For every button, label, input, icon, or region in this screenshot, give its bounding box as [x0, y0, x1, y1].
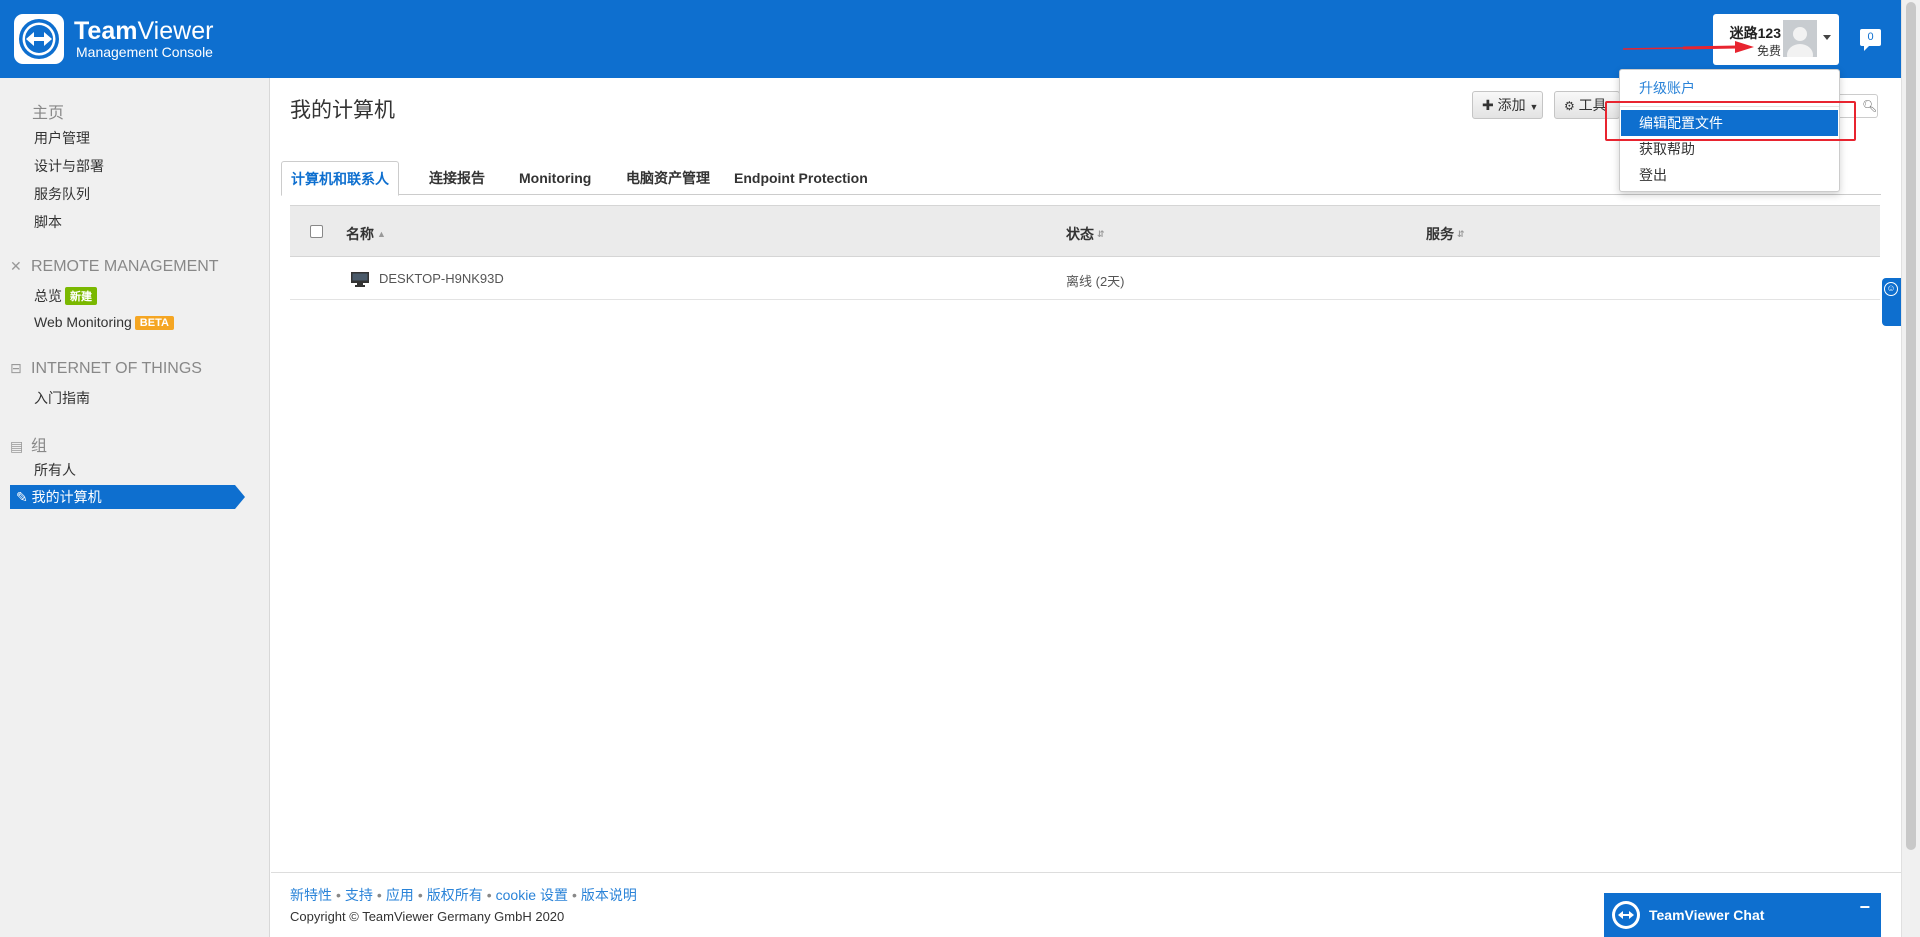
brand-subtitle: Management Console — [76, 44, 213, 60]
avatar — [1783, 20, 1817, 57]
menu-item-upgrade-account[interactable]: 升级账户 — [1621, 75, 1838, 101]
tab-computers-contacts[interactable]: 计算机和联系人 — [281, 161, 399, 196]
search-icon[interactable]: 🔍︎ — [1862, 99, 1877, 113]
column-header-service[interactable]: 服务 ⇵ — [1426, 224, 1465, 244]
sidebar-item-user-management[interactable]: 用户管理 — [34, 128, 90, 148]
column-label: 状态 — [1066, 226, 1094, 242]
tab-endpoint-protection[interactable]: Endpoint Protection — [725, 161, 877, 195]
sidebar-item-all-people[interactable]: 所有人 — [34, 460, 76, 480]
section-label: INTERNET OF THINGS — [31, 360, 202, 377]
minimize-icon[interactable]: − — [1859, 897, 1870, 918]
notifications-icon[interactable]: 0 — [1860, 29, 1881, 51]
sort-icon: ⇵ — [1097, 229, 1105, 239]
footer-link-whats-new[interactable]: 新特性 — [290, 887, 332, 903]
page-title: 我的计算机 — [290, 99, 395, 122]
column-label: 名称 — [346, 226, 374, 242]
page-scrollbar[interactable] — [1901, 0, 1920, 937]
device-status: 离线 (2天) — [1066, 274, 1125, 289]
annotation-highlight-box — [1605, 101, 1856, 141]
column-header-status[interactable]: 状态 ⇵ — [1066, 224, 1105, 244]
sidebar-item-label: Web Monitoring — [34, 314, 132, 330]
sidebar-section-home[interactable]: 主页 — [32, 99, 64, 123]
sidebar-item-label: 总览 — [34, 288, 62, 304]
brand-title: TeamViewer Management Console — [74, 18, 213, 60]
sort-icon: ⇵ — [1457, 229, 1465, 239]
column-header-name[interactable]: 名称 ▲ — [346, 224, 386, 244]
sidebar-section-groups[interactable]: ▤ 组 — [10, 432, 47, 456]
footer-link-support[interactable]: 支持 — [345, 887, 373, 903]
add-button[interactable]: ✚ 添加 ▼ — [1472, 91, 1543, 119]
iot-icon: ⊟ — [10, 360, 22, 376]
scrollbar-thumb[interactable] — [1906, 2, 1916, 850]
sidebar-item-design-deploy[interactable]: 设计与部署 — [34, 156, 104, 176]
footer-link-apps[interactable]: 应用 — [386, 887, 414, 903]
caret-down-icon: ▼ — [1529, 102, 1539, 112]
pencil-icon[interactable]: ✎ — [16, 489, 28, 505]
sort-icon: ▲ — [377, 229, 386, 239]
feedback-tab[interactable]: ☺ — [1882, 278, 1901, 326]
top-header: TeamViewer Management Console 迷路123 免费 0 — [0, 0, 1901, 78]
sidebar-item-getting-started[interactable]: 入门指南 — [34, 388, 90, 408]
footer-links: 新特性 • 支持 • 应用 • 版权所有 • cookie 设置 • 版本说明 — [290, 887, 637, 903]
computer-icon — [351, 272, 369, 287]
copyright-text: Copyright © TeamViewer Germany GmbH 2020 — [290, 909, 565, 924]
sidebar-section-iot[interactable]: ⊟ INTERNET OF THINGS — [10, 360, 202, 378]
tab-asset-management[interactable]: 电脑资产管理 — [617, 161, 719, 195]
column-label: 服务 — [1426, 226, 1454, 242]
footer-link-cookie-settings[interactable]: cookie 设置 — [496, 887, 568, 903]
beta-badge: BETA — [134, 316, 174, 330]
footer-link-release-notes[interactable]: 版本说明 — [581, 887, 637, 903]
tab-monitoring[interactable]: Monitoring — [510, 161, 600, 195]
section-label: 组 — [31, 438, 48, 455]
new-badge: 新建 — [65, 287, 97, 305]
sidebar-item-service-queue[interactable]: 服务队列 — [34, 184, 90, 204]
brand-name-bold: Team — [74, 17, 138, 45]
sidebar-item-label: 我的计算机 — [31, 489, 102, 505]
sidebar-item-my-computers[interactable]: ✎ 我的计算机 — [10, 485, 245, 509]
tab-connection-reports[interactable]: 连接报告 — [420, 161, 494, 195]
smiley-icon: ☺ — [1884, 282, 1898, 296]
annotation-arrow-icon — [1623, 41, 1754, 53]
chevron-down-icon — [1823, 35, 1831, 40]
sidebar-item-scripts[interactable]: 脚本 — [34, 212, 62, 232]
sidebar-item-overview[interactable]: 总览 新建 — [34, 286, 97, 306]
chat-label: TeamViewer Chat — [1649, 907, 1765, 923]
device-name[interactable]: DESKTOP-H9NK93D — [379, 271, 504, 286]
add-button-label: 添加 — [1497, 97, 1526, 113]
section-label: REMOTE MANAGEMENT — [31, 258, 219, 275]
footer-link-copyright[interactable]: 版权所有 — [427, 887, 483, 903]
tools-button-label: 工具 — [1578, 97, 1607, 113]
brand-name-rest: Viewer — [137, 17, 214, 45]
groups-icon: ▤ — [10, 438, 24, 454]
sidebar-section-remote-management[interactable]: ✕ REMOTE MANAGEMENT — [10, 258, 219, 276]
remote-management-icon: ✕ — [10, 258, 22, 274]
teamviewer-chat-icon — [1612, 901, 1640, 929]
teamviewer-chat-bar[interactable]: TeamViewer Chat − — [1604, 893, 1881, 937]
gear-icon: ⚙ — [1564, 99, 1575, 113]
menu-item-logout[interactable]: 登出 — [1621, 162, 1838, 188]
plus-icon: ✚ — [1482, 97, 1494, 113]
sidebar-item-web-monitoring[interactable]: Web Monitoring BETA — [34, 314, 174, 330]
select-all-checkbox[interactable] — [310, 225, 323, 238]
sidebar: 主页 用户管理 设计与部署 服务队列 脚本 ✕ REMOTE MANAGEMENT… — [0, 78, 270, 937]
teamviewer-logo-icon[interactable] — [14, 14, 64, 64]
user-plan: 免费 — [1756, 44, 1781, 58]
table-row[interactable]: DESKTOP-H9NK93D 离线 (2天) — [290, 258, 1880, 300]
table-header: 名称 ▲ 状态 ⇵ 服务 ⇵ — [290, 205, 1880, 257]
